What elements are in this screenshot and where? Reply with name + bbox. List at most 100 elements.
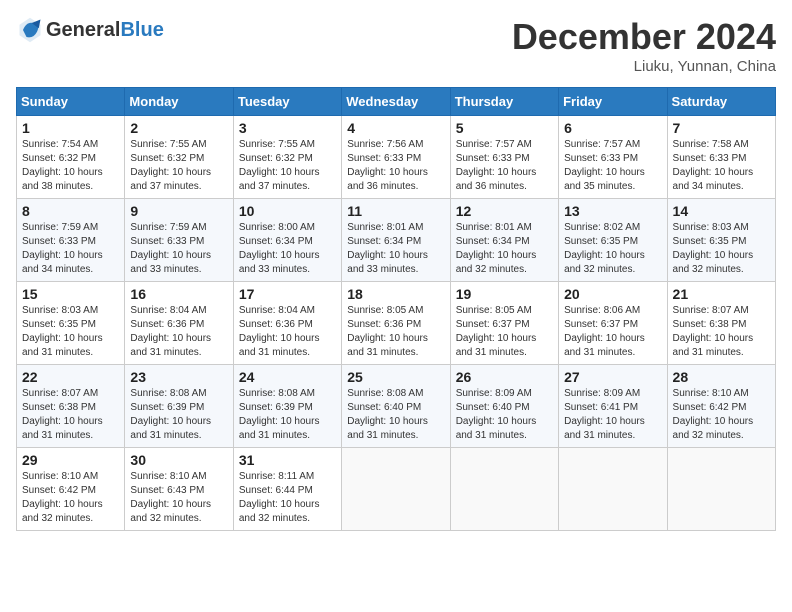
calendar-cell: 3 Sunrise: 7:55 AMSunset: 6:32 PMDaylight… <box>233 116 341 199</box>
calendar-cell: 18Sunrise: 8:05 AMSunset: 6:36 PMDayligh… <box>342 282 450 365</box>
day-info: Sunrise: 8:11 AMSunset: 6:44 PMDaylight:… <box>239 470 336 526</box>
day-info: Sunrise: 8:10 AMSunset: 6:43 PMDaylight:… <box>130 470 227 526</box>
day-number: 6 <box>564 120 661 136</box>
calendar-week-row: 22 Sunrise: 8:07 AMSunset: 6:38 PMDayligh… <box>17 365 776 448</box>
calendar-week-row: 8 Sunrise: 7:59 AMSunset: 6:33 PMDaylight… <box>17 199 776 282</box>
calendar-cell: 15 Sunrise: 8:03 AMSunset: 6:35 PMDayligh… <box>17 282 125 365</box>
calendar-cell: 10 Sunrise: 8:00 AMSunset: 6:34 PMDayligh… <box>233 199 341 282</box>
calendar-cell: 27Sunrise: 8:09 AMSunset: 6:41 PMDayligh… <box>559 365 667 448</box>
calendar-cell: 21 Sunrise: 8:07 AMSunset: 6:38 PMDayligh… <box>667 282 775 365</box>
calendar-cell: 23 Sunrise: 8:08 AMSunset: 6:39 PMDayligh… <box>125 365 233 448</box>
calendar-cell: 2 Sunrise: 7:55 AMSunset: 6:32 PMDaylight… <box>125 116 233 199</box>
calendar-cell: 6 Sunrise: 7:57 AMSunset: 6:33 PMDaylight… <box>559 116 667 199</box>
day-info: Sunrise: 8:08 AMSunset: 6:40 PMDaylight:… <box>347 387 444 443</box>
calendar-week-row: 1Sunrise: 7:54 AMSunset: 6:32 PMDaylight… <box>17 116 776 199</box>
weekday-header-row: SundayMondayTuesdayWednesdayThursdayFrid… <box>17 88 776 116</box>
day-info: Sunrise: 8:05 AMSunset: 6:36 PMDaylight:… <box>347 304 444 360</box>
day-number: 25 <box>347 369 444 385</box>
calendar-cell: 11 Sunrise: 8:01 AMSunset: 6:34 PMDayligh… <box>342 199 450 282</box>
day-number: 7 <box>673 120 770 136</box>
day-info: Sunrise: 8:04 AMSunset: 6:36 PMDaylight:… <box>239 304 336 360</box>
day-info: Sunrise: 8:07 AMSunset: 6:38 PMDaylight:… <box>22 387 119 443</box>
day-number: 3 <box>239 120 336 136</box>
day-number: 23 <box>130 369 227 385</box>
calendar-cell: 7 Sunrise: 7:58 AMSunset: 6:33 PMDaylight… <box>667 116 775 199</box>
day-info: Sunrise: 8:03 AMSunset: 6:35 PMDaylight:… <box>22 304 119 360</box>
day-number: 11 <box>347 203 444 219</box>
calendar-cell: 29 Sunrise: 8:10 AMSunset: 6:42 PMDayligh… <box>17 448 125 531</box>
calendar-cell: 24 Sunrise: 8:08 AMSunset: 6:39 PMDayligh… <box>233 365 341 448</box>
calendar-cell: 17 Sunrise: 8:04 AMSunset: 6:36 PMDayligh… <box>233 282 341 365</box>
day-info: Sunrise: 7:58 AMSunset: 6:33 PMDaylight:… <box>673 138 770 194</box>
day-info: Sunrise: 8:10 AMSunset: 6:42 PMDaylight:… <box>673 387 770 443</box>
calendar-cell: 22 Sunrise: 8:07 AMSunset: 6:38 PMDayligh… <box>17 365 125 448</box>
day-number: 10 <box>239 203 336 219</box>
calendar-cell: 1Sunrise: 7:54 AMSunset: 6:32 PMDaylight… <box>17 116 125 199</box>
calendar-cell <box>450 448 558 531</box>
weekday-header: Wednesday <box>342 88 450 116</box>
weekday-header: Monday <box>125 88 233 116</box>
calendar-cell: 5Sunrise: 7:57 AMSunset: 6:33 PMDaylight… <box>450 116 558 199</box>
day-info: Sunrise: 8:08 AMSunset: 6:39 PMDaylight:… <box>239 387 336 443</box>
day-number: 14 <box>673 203 770 219</box>
calendar-cell: 16 Sunrise: 8:04 AMSunset: 6:36 PMDayligh… <box>125 282 233 365</box>
day-info: Sunrise: 8:10 AMSunset: 6:42 PMDaylight:… <box>22 470 119 526</box>
day-info: Sunrise: 8:01 AMSunset: 6:34 PMDaylight:… <box>456 221 553 277</box>
day-info: Sunrise: 8:03 AMSunset: 6:35 PMDaylight:… <box>673 221 770 277</box>
calendar-week-row: 29 Sunrise: 8:10 AMSunset: 6:42 PMDayligh… <box>17 448 776 531</box>
weekday-header: Sunday <box>17 88 125 116</box>
day-number: 15 <box>22 286 119 302</box>
day-number: 9 <box>130 203 227 219</box>
day-number: 22 <box>22 369 119 385</box>
location: Liuku, Yunnan, China <box>512 58 776 75</box>
day-info: Sunrise: 7:55 AMSunset: 6:32 PMDaylight:… <box>130 138 227 194</box>
day-number: 8 <box>22 203 119 219</box>
logo: GeneralBlue <box>16 16 164 44</box>
day-info: Sunrise: 8:04 AMSunset: 6:36 PMDaylight:… <box>130 304 227 360</box>
day-number: 16 <box>130 286 227 302</box>
day-info: Sunrise: 7:57 AMSunset: 6:33 PMDaylight:… <box>564 138 661 194</box>
day-info: Sunrise: 8:09 AMSunset: 6:40 PMDaylight:… <box>456 387 553 443</box>
day-number: 13 <box>564 203 661 219</box>
day-number: 4 <box>347 120 444 136</box>
calendar-cell: 9 Sunrise: 7:59 AMSunset: 6:33 PMDaylight… <box>125 199 233 282</box>
calendar-cell <box>667 448 775 531</box>
day-info: Sunrise: 7:59 AMSunset: 6:33 PMDaylight:… <box>22 221 119 277</box>
day-info: Sunrise: 7:55 AMSunset: 6:32 PMDaylight:… <box>239 138 336 194</box>
day-info: Sunrise: 8:07 AMSunset: 6:38 PMDaylight:… <box>673 304 770 360</box>
day-number: 29 <box>22 452 119 468</box>
day-number: 31 <box>239 452 336 468</box>
day-number: 26 <box>456 369 553 385</box>
weekday-header: Tuesday <box>233 88 341 116</box>
day-info: Sunrise: 8:06 AMSunset: 6:37 PMDaylight:… <box>564 304 661 360</box>
day-number: 17 <box>239 286 336 302</box>
weekday-header: Friday <box>559 88 667 116</box>
day-info: Sunrise: 7:54 AMSunset: 6:32 PMDaylight:… <box>22 138 119 194</box>
title-block: December 2024 Liuku, Yunnan, China <box>512 16 776 75</box>
calendar-cell: 26 Sunrise: 8:09 AMSunset: 6:40 PMDayligh… <box>450 365 558 448</box>
day-number: 24 <box>239 369 336 385</box>
logo-text: GeneralBlue <box>46 19 164 42</box>
calendar-cell: 8 Sunrise: 7:59 AMSunset: 6:33 PMDaylight… <box>17 199 125 282</box>
day-info: Sunrise: 7:59 AMSunset: 6:33 PMDaylight:… <box>130 221 227 277</box>
day-info: Sunrise: 8:01 AMSunset: 6:34 PMDaylight:… <box>347 221 444 277</box>
day-info: Sunrise: 8:08 AMSunset: 6:39 PMDaylight:… <box>130 387 227 443</box>
day-info: Sunrise: 8:00 AMSunset: 6:34 PMDaylight:… <box>239 221 336 277</box>
calendar-cell: 4 Sunrise: 7:56 AMSunset: 6:33 PMDaylight… <box>342 116 450 199</box>
day-info: Sunrise: 8:05 AMSunset: 6:37 PMDaylight:… <box>456 304 553 360</box>
calendar-cell <box>559 448 667 531</box>
day-number: 20 <box>564 286 661 302</box>
page-header: GeneralBlue December 2024 Liuku, Yunnan,… <box>16 16 776 75</box>
day-info: Sunrise: 7:56 AMSunset: 6:33 PMDaylight:… <box>347 138 444 194</box>
day-number: 27 <box>564 369 661 385</box>
day-info: Sunrise: 8:02 AMSunset: 6:35 PMDaylight:… <box>564 221 661 277</box>
calendar-cell: 14 Sunrise: 8:03 AMSunset: 6:35 PMDayligh… <box>667 199 775 282</box>
calendar-table: SundayMondayTuesdayWednesdayThursdayFrid… <box>16 87 776 531</box>
calendar-cell: 13 Sunrise: 8:02 AMSunset: 6:35 PMDayligh… <box>559 199 667 282</box>
calendar-cell: 25 Sunrise: 8:08 AMSunset: 6:40 PMDayligh… <box>342 365 450 448</box>
calendar-cell: 20 Sunrise: 8:06 AMSunset: 6:37 PMDayligh… <box>559 282 667 365</box>
calendar-cell: 30Sunrise: 8:10 AMSunset: 6:43 PMDayligh… <box>125 448 233 531</box>
day-number: 2 <box>130 120 227 136</box>
day-number: 12 <box>456 203 553 219</box>
day-number: 21 <box>673 286 770 302</box>
